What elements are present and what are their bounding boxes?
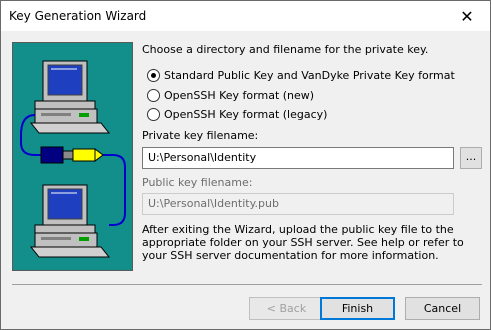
cancel-label: Cancel [423,302,462,315]
radio-button[interactable] [147,88,160,102]
top-computer-icon [29,60,111,134]
title-bar: Key Generation Wizard ✕ [1,1,490,31]
close-button[interactable]: ✕ [444,1,490,31]
key-connector-icon [40,146,104,164]
instruction-text: Choose a directory and filename for the … [142,43,429,56]
radio-openssh-legacy-format[interactable]: OpenSSH Key format (legacy) [147,106,327,122]
wizard-illustration [12,42,133,271]
private-key-value: U:\Personal\Identity [148,151,257,164]
radio-button[interactable] [147,107,160,121]
browse-label: ... [465,149,477,163]
back-button[interactable]: < Back [249,297,324,320]
public-key-input: U:\Personal\Identity.pub [142,193,454,215]
dialog-window: Key Generation Wizard ✕ Choose a directo… [0,0,491,330]
public-key-label: Public key filename: [142,176,253,189]
info-text: After exiting the Wizard, upload the pub… [142,223,464,262]
finish-button[interactable]: Finish [320,297,395,320]
browse-button[interactable]: ... [460,147,482,169]
bottom-computer-icon [29,184,111,258]
window-title: Key Generation Wizard [9,9,147,23]
radio-standard-format[interactable]: Standard Public Key and VanDyke Private … [147,67,455,83]
public-key-value: U:\Personal\Identity.pub [148,197,279,210]
cancel-button[interactable]: Cancel [405,297,480,320]
radio-label: OpenSSH Key format (new) [164,88,315,102]
back-label: < Back [266,302,307,315]
radio-button-checked[interactable] [147,68,160,82]
separator-line [12,284,482,285]
radio-openssh-new-format[interactable]: OpenSSH Key format (new) [147,87,314,103]
close-icon: ✕ [460,6,474,26]
computers-key-illustration [20,60,126,258]
radio-label: OpenSSH Key format (legacy) [164,107,328,121]
private-key-label: Private key filename: [142,129,259,142]
radio-label: Standard Public Key and VanDyke Private … [164,68,455,82]
private-key-input[interactable]: U:\Personal\Identity [142,147,454,169]
finish-label: Finish [341,302,374,315]
